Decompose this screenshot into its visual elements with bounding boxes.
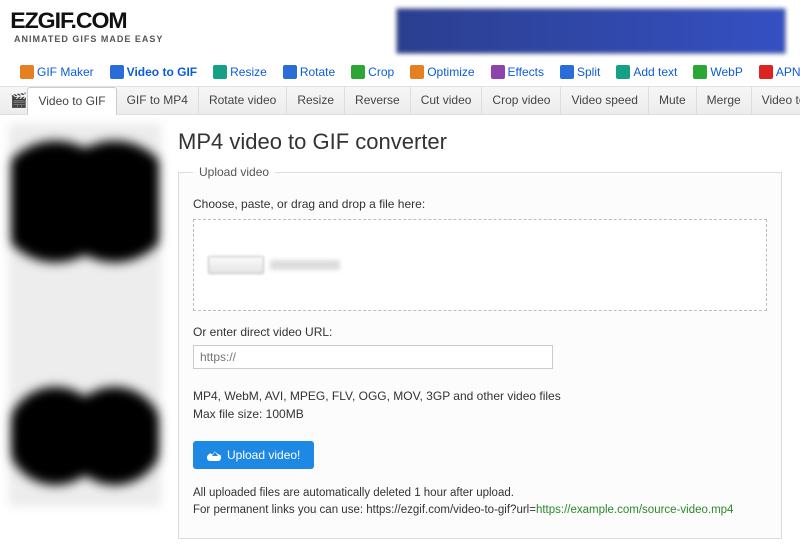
nav-optimize-icon (410, 65, 424, 79)
nav-webp-icon (693, 65, 707, 79)
nav-crop[interactable]: Crop (345, 62, 400, 82)
nav-resize[interactable]: Resize (207, 62, 273, 82)
sub-reverse[interactable]: Reverse (345, 87, 411, 114)
nav-resize-label: Resize (230, 65, 267, 79)
logo-tagline: ANIMATED GIFS MADE EASY (14, 34, 163, 44)
sub-rotate-video[interactable]: Rotate video (199, 87, 287, 114)
nav-split-icon (560, 65, 574, 79)
formats-line2: Max file size: 100MB (193, 405, 767, 423)
choose-file-button[interactable] (208, 256, 264, 274)
nav-rotate-icon (283, 65, 297, 79)
nav-video-to-gif[interactable]: Video to GIF (104, 62, 203, 82)
upload-fieldset: Upload video Choose, paste, or drag and … (178, 165, 782, 539)
nav-gif-maker[interactable]: GIF Maker (14, 62, 100, 82)
nav-add-text[interactable]: Add text (610, 62, 683, 82)
sub-video-speed[interactable]: Video speed (561, 87, 649, 114)
nav-apng-icon (759, 65, 773, 79)
nav-webp[interactable]: WebP (687, 62, 748, 82)
nav-video-to-gif-label: Video to GIF (127, 65, 197, 79)
sub-crop-video[interactable]: Crop video (482, 87, 561, 114)
nav-add-text-label: Add text (633, 65, 677, 79)
sub-resize[interactable]: Resize (287, 87, 345, 114)
nav-apng[interactable]: APNG (753, 62, 800, 82)
cloud-upload-icon (207, 449, 221, 461)
nav-resize-icon (213, 65, 227, 79)
nav-rotate[interactable]: Rotate (277, 62, 341, 82)
nav-split[interactable]: Split (554, 62, 606, 82)
upload-legend: Upload video (193, 165, 275, 179)
nav-effects[interactable]: Effects (485, 62, 550, 82)
nav-crop-label: Crop (368, 65, 394, 79)
logo-text: EZGIF.COM (10, 8, 167, 34)
chosen-file-label (270, 260, 340, 270)
url-label: Or enter direct video URL: (193, 325, 767, 339)
sub-nav: 🎬 Video to GIFGIF to MP4Rotate videoResi… (0, 87, 800, 115)
nav-effects-icon (491, 65, 505, 79)
film-icon: 🎬 (10, 87, 27, 114)
video-url-input[interactable] (193, 345, 553, 369)
nav-effects-label: Effects (508, 65, 544, 79)
formats-info: MP4, WebM, AVI, MPEG, FLV, OGG, MOV, 3GP… (193, 387, 767, 423)
sub-merge[interactable]: Merge (697, 87, 752, 114)
permanent-link-example[interactable]: https://example.com/source-video.mp4 (536, 504, 734, 516)
top-ad-banner[interactable] (396, 8, 786, 54)
sub-cut-video[interactable]: Cut video (411, 87, 483, 114)
sub-mute[interactable]: Mute (649, 87, 697, 114)
file-dropzone[interactable] (193, 219, 767, 311)
sub-gif-to-mp4[interactable]: GIF to MP4 (117, 87, 199, 114)
sub-video-to-jpg[interactable]: Video to JPG (752, 87, 800, 114)
nav-webp-label: WebP (710, 65, 742, 79)
upload-button[interactable]: Upload video! (193, 441, 314, 469)
nav-apng-label: APNG (776, 65, 800, 79)
nav-crop-icon (351, 65, 365, 79)
nav-optimize-label: Optimize (427, 65, 474, 79)
page-title: MP4 video to GIF converter (178, 129, 782, 155)
formats-line1: MP4, WebM, AVI, MPEG, FLV, OGG, MOV, 3GP… (193, 387, 767, 405)
sub-video-to-gif[interactable]: Video to GIF (27, 87, 116, 115)
main-nav: GIF Maker Video to GIF Resize Rotate Crop Opt… (0, 58, 800, 87)
nav-add-text-icon (616, 65, 630, 79)
site-logo[interactable]: EZGIF.COM ANIMATED GIFS MADE EASY (14, 8, 163, 44)
choose-instruction: Choose, paste, or drag and drop a file h… (193, 197, 767, 211)
nav-split-label: Split (577, 65, 600, 79)
upload-button-label: Upload video! (227, 448, 300, 462)
nav-gif-maker-icon (20, 65, 34, 79)
upload-note: All uploaded files are automatically del… (193, 485, 767, 520)
nav-rotate-label: Rotate (300, 65, 335, 79)
nav-gif-maker-label: GIF Maker (37, 65, 94, 79)
sidebar-ad[interactable] (0, 115, 170, 557)
nav-video-to-gif-icon (110, 65, 124, 79)
nav-optimize[interactable]: Optimize (404, 62, 480, 82)
note-line1: All uploaded files are automatically del… (193, 485, 767, 502)
note-prefix: For permanent links you can use: (193, 504, 366, 516)
permanent-link-base[interactable]: https://ezgif.com/video-to-gif?url= (366, 504, 536, 516)
